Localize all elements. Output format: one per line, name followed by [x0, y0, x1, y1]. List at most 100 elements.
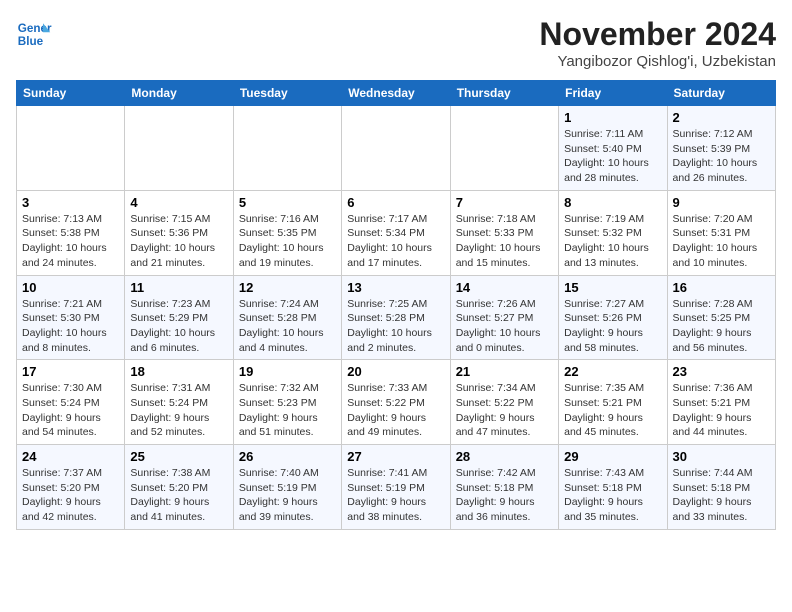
day-number: 20	[347, 364, 444, 379]
calendar-cell: 11 Sunrise: 7:23 AM Sunset: 5:29 PM Dayli…	[125, 275, 233, 360]
day-number: 5	[239, 195, 336, 210]
day-number: 13	[347, 280, 444, 295]
day-info: Sunrise: 7:38 AM Sunset: 5:20 PM Dayligh…	[130, 466, 227, 525]
day-number: 16	[673, 280, 770, 295]
calendar-cell: 18 Sunrise: 7:31 AM Sunset: 5:24 PM Dayli…	[125, 360, 233, 445]
calendar-cell: 6 Sunrise: 7:17 AM Sunset: 5:34 PM Daylig…	[342, 190, 450, 275]
day-info: Sunrise: 7:31 AM Sunset: 5:24 PM Dayligh…	[130, 381, 227, 440]
day-number: 12	[239, 280, 336, 295]
day-info: Sunrise: 7:33 AM Sunset: 5:22 PM Dayligh…	[347, 381, 444, 440]
calendar-week-4: 17 Sunrise: 7:30 AM Sunset: 5:24 PM Dayli…	[17, 360, 776, 445]
day-info: Sunrise: 7:40 AM Sunset: 5:19 PM Dayligh…	[239, 466, 336, 525]
calendar-week-2: 3 Sunrise: 7:13 AM Sunset: 5:38 PM Daylig…	[17, 190, 776, 275]
calendar-cell: 22Sunrise: 7:35 AM Sunset: 5:21 PM Dayli…	[559, 360, 667, 445]
day-info: Sunrise: 7:41 AM Sunset: 5:19 PM Dayligh…	[347, 466, 444, 525]
day-info: Sunrise: 7:32 AM Sunset: 5:23 PM Dayligh…	[239, 381, 336, 440]
calendar-table: SundayMondayTuesdayWednesdayThursdayFrid…	[16, 80, 776, 530]
day-number: 4	[130, 195, 227, 210]
calendar-cell: 19 Sunrise: 7:32 AM Sunset: 5:23 PM Dayli…	[233, 360, 341, 445]
calendar-cell: 1Sunrise: 7:11 AM Sunset: 5:40 PM Daylig…	[559, 106, 667, 191]
calendar-cell: 7 Sunrise: 7:18 AM Sunset: 5:33 PM Daylig…	[450, 190, 558, 275]
day-info: Sunrise: 7:25 AM Sunset: 5:28 PM Dayligh…	[347, 297, 444, 356]
logo-icon: General Blue	[16, 16, 52, 52]
calendar-cell: 12 Sunrise: 7:24 AM Sunset: 5:28 PM Dayli…	[233, 275, 341, 360]
calendar-cell: 27Sunrise: 7:41 AM Sunset: 5:19 PM Dayli…	[342, 445, 450, 530]
calendar-header-row: SundayMondayTuesdayWednesdayThursdayFrid…	[17, 81, 776, 106]
weekday-header-tuesday: Tuesday	[233, 81, 341, 106]
day-info: Sunrise: 7:13 AM Sunset: 5:38 PM Dayligh…	[22, 212, 119, 271]
calendar-cell: 17 Sunrise: 7:30 AM Sunset: 5:24 PM Dayli…	[17, 360, 125, 445]
day-number: 10	[22, 280, 119, 295]
calendar-cell	[17, 106, 125, 191]
day-info: Sunrise: 7:27 AM Sunset: 5:26 PM Dayligh…	[564, 297, 661, 356]
calendar-cell: 2 Sunrise: 7:12 AM Sunset: 5:39 PM Daylig…	[667, 106, 775, 191]
day-number: 29	[564, 449, 661, 464]
day-number: 28	[456, 449, 553, 464]
calendar-cell: 24 Sunrise: 7:37 AM Sunset: 5:20 PM Dayli…	[17, 445, 125, 530]
day-number: 17	[22, 364, 119, 379]
day-number: 26	[239, 449, 336, 464]
calendar-cell: 28 Sunrise: 7:42 AM Sunset: 5:18 PM Dayli…	[450, 445, 558, 530]
calendar-cell: 10 Sunrise: 7:21 AM Sunset: 5:30 PM Dayli…	[17, 275, 125, 360]
weekday-header-monday: Monday	[125, 81, 233, 106]
weekday-header-friday: Friday	[559, 81, 667, 106]
day-info: Sunrise: 7:17 AM Sunset: 5:34 PM Dayligh…	[347, 212, 444, 271]
calendar-cell: 4 Sunrise: 7:15 AM Sunset: 5:36 PM Daylig…	[125, 190, 233, 275]
day-info: Sunrise: 7:21 AM Sunset: 5:30 PM Dayligh…	[22, 297, 119, 356]
day-info: Sunrise: 7:28 AM Sunset: 5:25 PM Dayligh…	[673, 297, 770, 356]
day-info: Sunrise: 7:23 AM Sunset: 5:29 PM Dayligh…	[130, 297, 227, 356]
calendar-week-1: 1Sunrise: 7:11 AM Sunset: 5:40 PM Daylig…	[17, 106, 776, 191]
day-number: 2	[673, 110, 770, 125]
day-info: Sunrise: 7:42 AM Sunset: 5:18 PM Dayligh…	[456, 466, 553, 525]
calendar-cell: 30Sunrise: 7:44 AM Sunset: 5:18 PM Dayli…	[667, 445, 775, 530]
calendar-cell: 3 Sunrise: 7:13 AM Sunset: 5:38 PM Daylig…	[17, 190, 125, 275]
location-title: Yangibozor Qishlog'i, Uzbekistan	[539, 53, 776, 70]
calendar-cell: 16 Sunrise: 7:28 AM Sunset: 5:25 PM Dayli…	[667, 275, 775, 360]
day-number: 7	[456, 195, 553, 210]
day-number: 11	[130, 280, 227, 295]
day-info: Sunrise: 7:30 AM Sunset: 5:24 PM Dayligh…	[22, 381, 119, 440]
calendar-cell: 23 Sunrise: 7:36 AM Sunset: 5:21 PM Dayli…	[667, 360, 775, 445]
calendar-cell: 26 Sunrise: 7:40 AM Sunset: 5:19 PM Dayli…	[233, 445, 341, 530]
day-number: 23	[673, 364, 770, 379]
weekday-header-saturday: Saturday	[667, 81, 775, 106]
calendar-body: 1Sunrise: 7:11 AM Sunset: 5:40 PM Daylig…	[17, 106, 776, 530]
day-info: Sunrise: 7:36 AM Sunset: 5:21 PM Dayligh…	[673, 381, 770, 440]
weekday-header-thursday: Thursday	[450, 81, 558, 106]
calendar-week-3: 10 Sunrise: 7:21 AM Sunset: 5:30 PM Dayli…	[17, 275, 776, 360]
calendar-week-5: 24 Sunrise: 7:37 AM Sunset: 5:20 PM Dayli…	[17, 445, 776, 530]
calendar-cell: 9Sunrise: 7:20 AM Sunset: 5:31 PM Daylig…	[667, 190, 775, 275]
day-info: Sunrise: 7:43 AM Sunset: 5:18 PM Dayligh…	[564, 466, 661, 525]
day-info: Sunrise: 7:12 AM Sunset: 5:39 PM Dayligh…	[673, 127, 770, 186]
calendar-cell: 21 Sunrise: 7:34 AM Sunset: 5:22 PM Dayli…	[450, 360, 558, 445]
calendar-cell	[342, 106, 450, 191]
calendar-cell: 20 Sunrise: 7:33 AM Sunset: 5:22 PM Dayli…	[342, 360, 450, 445]
day-info: Sunrise: 7:34 AM Sunset: 5:22 PM Dayligh…	[456, 381, 553, 440]
day-number: 19	[239, 364, 336, 379]
calendar-cell: 29 Sunrise: 7:43 AM Sunset: 5:18 PM Dayli…	[559, 445, 667, 530]
weekday-header-sunday: Sunday	[17, 81, 125, 106]
day-info: Sunrise: 7:15 AM Sunset: 5:36 PM Dayligh…	[130, 212, 227, 271]
day-number: 24	[22, 449, 119, 464]
calendar-cell: 5Sunrise: 7:16 AM Sunset: 5:35 PM Daylig…	[233, 190, 341, 275]
day-number: 9	[673, 195, 770, 210]
day-number: 3	[22, 195, 119, 210]
logo: General Blue	[16, 16, 52, 52]
svg-text:Blue: Blue	[18, 35, 44, 48]
day-number: 6	[347, 195, 444, 210]
day-info: Sunrise: 7:37 AM Sunset: 5:20 PM Dayligh…	[22, 466, 119, 525]
day-number: 25	[130, 449, 227, 464]
day-number: 22	[564, 364, 661, 379]
day-number: 1	[564, 110, 661, 125]
calendar-cell: 8Sunrise: 7:19 AM Sunset: 5:32 PM Daylig…	[559, 190, 667, 275]
day-number: 21	[456, 364, 553, 379]
weekday-header-wednesday: Wednesday	[342, 81, 450, 106]
calendar-cell	[450, 106, 558, 191]
day-number: 18	[130, 364, 227, 379]
calendar-cell: 25 Sunrise: 7:38 AM Sunset: 5:20 PM Dayli…	[125, 445, 233, 530]
day-info: Sunrise: 7:24 AM Sunset: 5:28 PM Dayligh…	[239, 297, 336, 356]
day-info: Sunrise: 7:18 AM Sunset: 5:33 PM Dayligh…	[456, 212, 553, 271]
day-number: 14	[456, 280, 553, 295]
day-info: Sunrise: 7:26 AM Sunset: 5:27 PM Dayligh…	[456, 297, 553, 356]
day-number: 15	[564, 280, 661, 295]
